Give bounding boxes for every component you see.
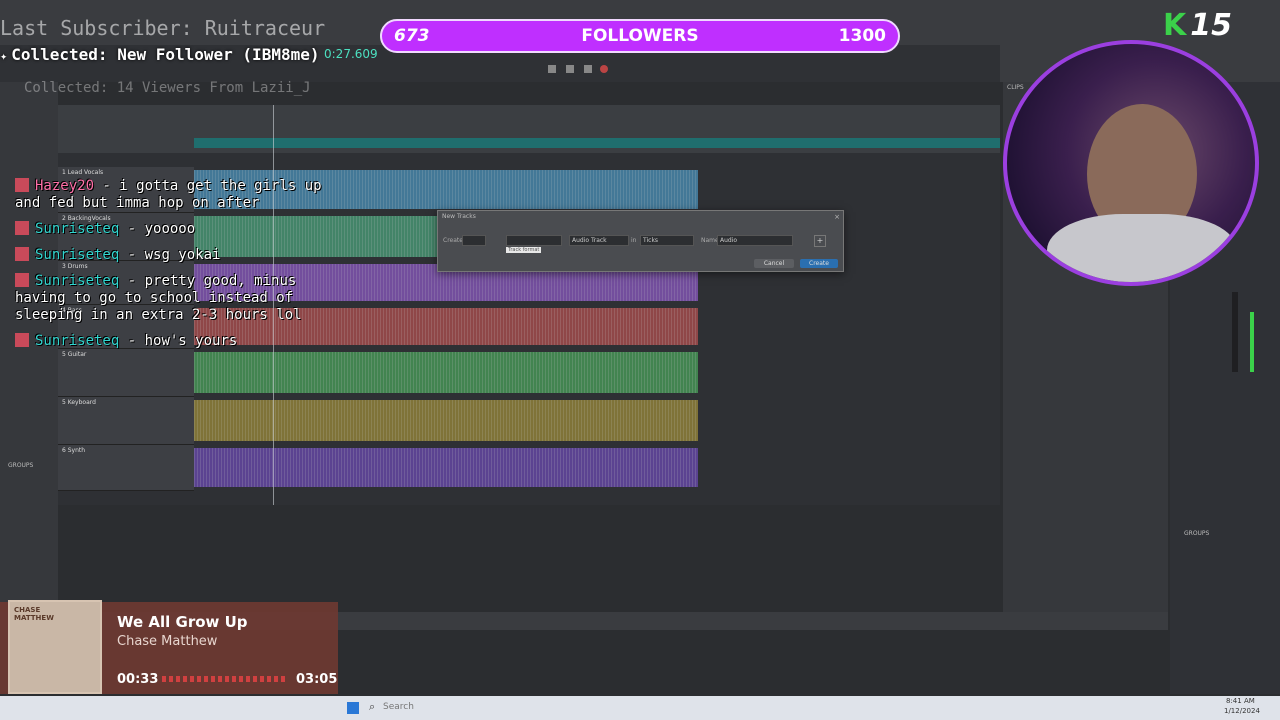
chat-avatar-icon (15, 247, 29, 261)
chat-text: - how's yours (127, 333, 238, 349)
start-icon[interactable] (347, 702, 359, 714)
timer-readout: 0:27.609 (324, 47, 378, 61)
chat-message: Sunriseteq - wsg yokai (15, 247, 335, 264)
date[interactable]: 1/12/2024 (1224, 707, 1260, 715)
chat-avatar-icon (15, 221, 29, 235)
create-label: Create (443, 237, 463, 244)
name-input[interactable]: Audio (717, 235, 793, 246)
chat-overlay: Hazey20 - i gotta get the girls up and f… (15, 178, 335, 359)
webcam-frame (1003, 40, 1259, 286)
chat-message: Sunriseteq - how's yours (15, 333, 335, 350)
song-artist: Chase Matthew (117, 634, 218, 649)
k-letter: K (1163, 8, 1187, 43)
add-row-icon[interactable]: + (814, 235, 826, 247)
cancel-button[interactable]: Cancel (754, 259, 794, 268)
chat-message: Hazey20 - i gotta get the girls up and f… (15, 178, 335, 212)
chat-username: Sunriseteq (35, 221, 120, 237)
windows-taskbar: ⌕ Search 8:41 AM 1/12/2024 (0, 696, 1280, 720)
song-progress-bar (162, 676, 286, 682)
track-name: 6 Synth (62, 447, 86, 454)
chat-username: Sunriseteq (35, 333, 120, 349)
chat-avatar-icon (15, 178, 29, 192)
follower-goal-bar: 673 FOLLOWERS 1300 (380, 19, 900, 53)
track-header[interactable]: 6 Synth (58, 445, 194, 491)
collected-alert: ✦ Collected: New Follower (IBM8me) (0, 45, 319, 64)
chat-avatar-icon (15, 273, 29, 287)
follower-label: FOLLOWERS (581, 26, 699, 46)
alert-icon: ✦ (0, 49, 8, 63)
album-text: CHASE MATTHEW (14, 606, 54, 622)
chat-text: - wsg yokai (127, 247, 221, 263)
meter (1250, 312, 1254, 372)
marker-lane (194, 138, 1000, 148)
groups-label-right: GROUPS (1184, 530, 1210, 537)
play-button[interactable] (548, 65, 556, 73)
chat-text: - yooooo (127, 221, 196, 237)
audio-clip[interactable] (194, 448, 698, 487)
rewind-button[interactable] (584, 65, 592, 73)
groups-label: GROUPS (8, 462, 34, 469)
track-name: 1 Lead Vocals (62, 169, 104, 176)
collected-secondary-alert: Collected: 14 Viewers From Lazii_J (24, 80, 311, 96)
track-format-select[interactable] (506, 235, 562, 246)
chat-username: Sunriseteq (35, 273, 120, 289)
track-row[interactable]: 5 Keyboard (58, 397, 698, 445)
chat-username: Hazey20 (35, 178, 95, 194)
track-name: 5 Keyboard (62, 399, 96, 406)
chat-message: Sunriseteq - yooooo (15, 221, 335, 238)
k-badge: K 15 (1163, 8, 1232, 43)
dialog-title: New Tracks (442, 213, 476, 220)
follower-goal: 1300 (838, 26, 886, 46)
track-row[interactable]: 6 Synth (58, 445, 698, 491)
audio-clip[interactable] (194, 400, 698, 441)
track-type-select[interactable]: Audio Track (569, 235, 629, 246)
chat-username: Sunriseteq (35, 247, 120, 263)
search-icon[interactable]: ⌕ (369, 700, 375, 714)
elapsed-time: 00:33 (117, 672, 159, 687)
collected-text: Collected: New Follower (IBM8me) (11, 45, 320, 64)
stop-button[interactable] (566, 65, 574, 73)
track-count-field[interactable] (462, 235, 486, 246)
taskbar-search[interactable]: Search (383, 702, 414, 712)
album-art: CHASE MATTHEW (8, 600, 102, 694)
k-number: 15 (1190, 8, 1232, 43)
clips-label: CLIPS (1007, 84, 1024, 91)
track-format-tooltip: Track format (506, 247, 542, 253)
chat-message: Sunriseteq - pretty good, minus having t… (15, 273, 335, 324)
chat-avatar-icon (15, 333, 29, 347)
last-subscriber-banner: Last Subscriber: Ruitraceur (0, 16, 326, 40)
new-tracks-dialog: New Tracks × Create Track format Audio T… (437, 210, 844, 272)
timebase-select[interactable]: Ticks (640, 235, 694, 246)
in-label: in (631, 237, 637, 244)
track-header[interactable]: 5 Keyboard (58, 397, 194, 445)
streamer-hoodie (1047, 214, 1237, 282)
create-button[interactable]: Create (800, 259, 838, 268)
clock[interactable]: 8:41 AM (1226, 697, 1255, 705)
fader[interactable] (1232, 292, 1238, 372)
dialog-close-icon[interactable]: × (834, 213, 840, 221)
song-duration: 03:05 (296, 672, 338, 687)
song-title: We All Grow Up (117, 613, 248, 631)
record-button[interactable] (600, 65, 608, 73)
